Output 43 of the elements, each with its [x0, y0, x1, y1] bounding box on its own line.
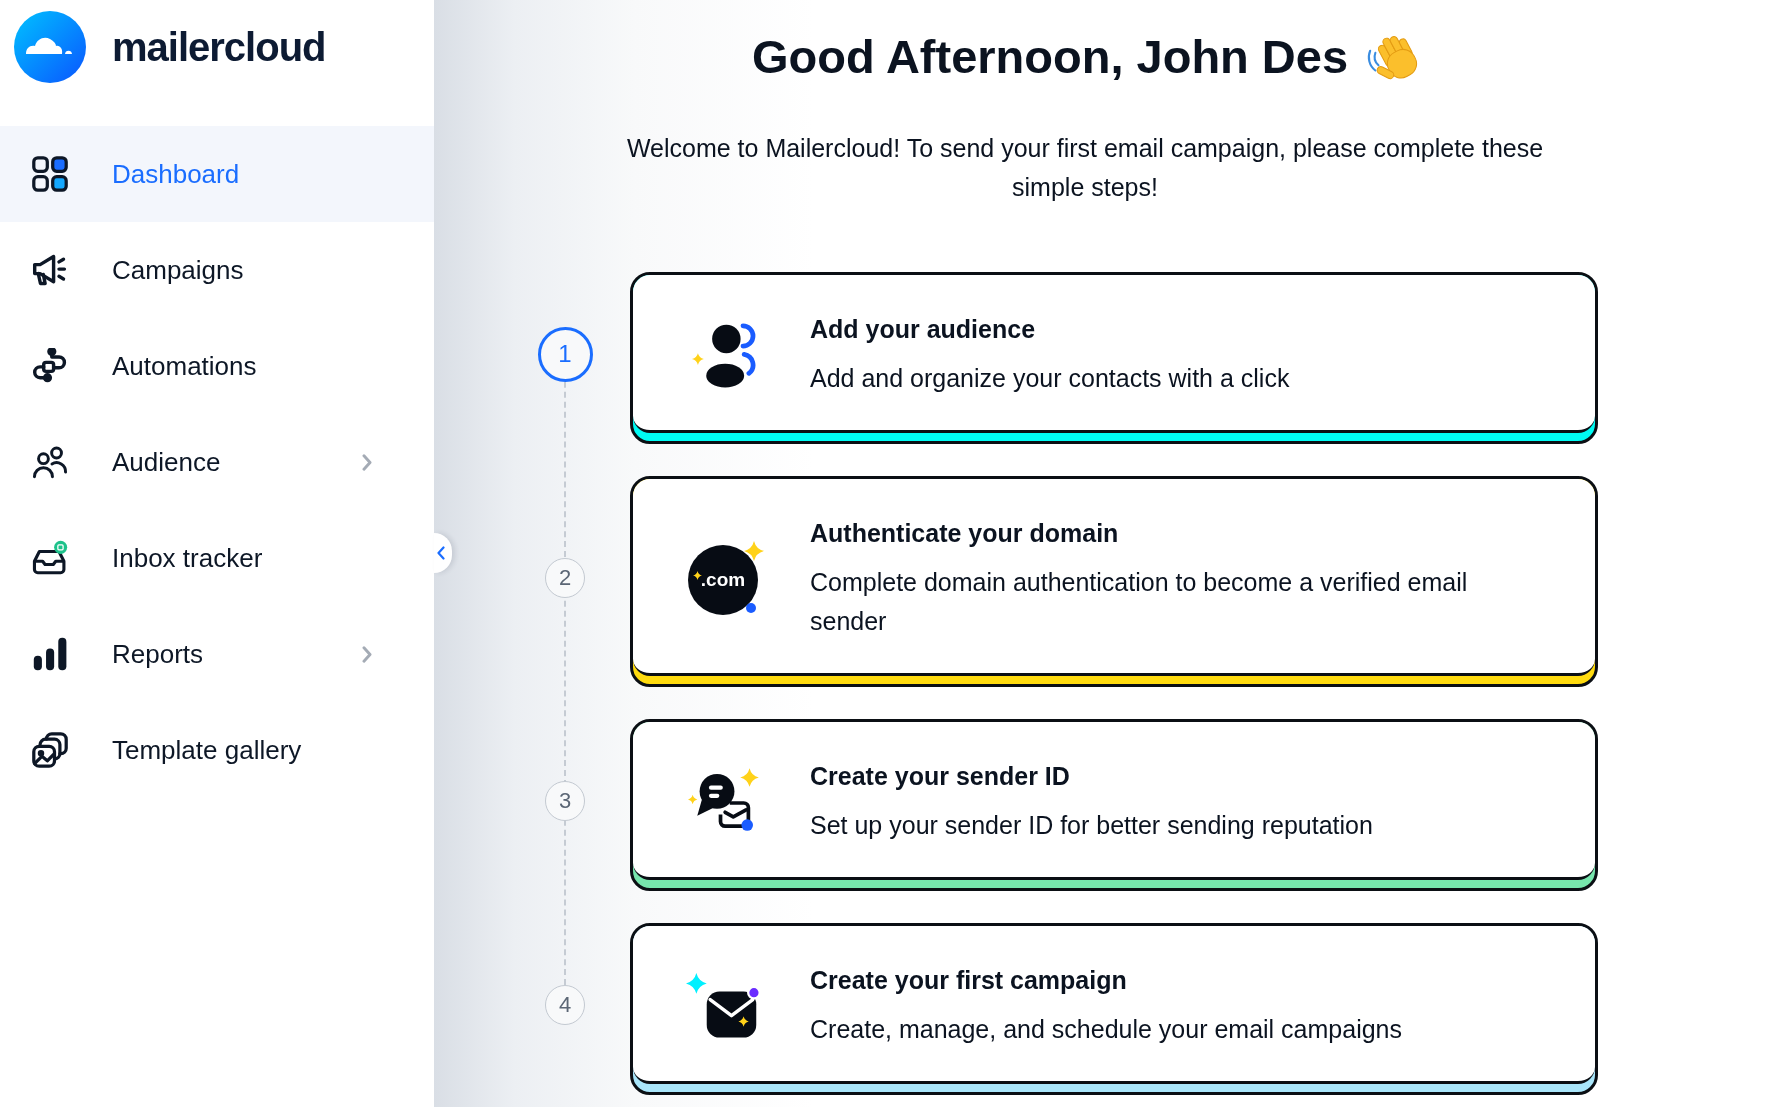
grid-icon — [32, 156, 68, 192]
nav-item[interactable]: Template gallery — [0, 702, 434, 798]
step-card[interactable]: Create your first campaign Create, manage, and schedule your email campaigns — [630, 923, 1598, 1095]
nav-item[interactable]: Audience — [0, 414, 434, 510]
step-number: 3 — [545, 781, 585, 821]
step-description: Add and organize your contacts with a click — [810, 363, 1291, 394]
step-number: 2 — [545, 557, 585, 598]
chevron-right-icon — [362, 645, 372, 663]
chevron-left-icon — [437, 546, 445, 560]
dot-icon — [746, 603, 756, 613]
step-title: Create your sender ID — [810, 761, 1071, 792]
step-title: Create your first campaign — [810, 965, 1128, 996]
nav-item[interactable]: Campaigns — [0, 222, 434, 318]
cloud-logo-icon — [14, 11, 86, 83]
chevron-right-icon — [362, 453, 372, 471]
step-number: 4 — [545, 985, 585, 1025]
person-icon — [692, 321, 756, 390]
envelope-icon — [686, 973, 762, 1040]
step-card[interactable]: Create your sender ID Set up your sender ID for better sending reputation — [630, 719, 1598, 891]
bar-chart-icon — [32, 636, 68, 672]
greeting-title: Good Afternoon, John Des — [751, 30, 1349, 84]
sparkle-icon — [744, 541, 764, 561]
step-description: Create, manage, and schedule your email campaigns — [810, 1014, 1403, 1045]
brand-name: mailercloud — [112, 24, 326, 70]
nav-item[interactable]: Dashboard — [0, 126, 434, 222]
nav-item[interactable]: Automations — [0, 318, 434, 414]
images-icon — [32, 732, 68, 768]
workflow-icon — [32, 348, 68, 384]
megaphone-icon — [32, 252, 68, 288]
domain-badge: .com — [688, 545, 758, 615]
sparkle-icon — [693, 571, 702, 580]
welcome-text: Welcome to Mailercloud! To send your first email campaign, please complete these simple steps! — [625, 133, 1545, 203]
step-number: 1 — [537, 326, 593, 382]
people-icon — [32, 444, 68, 480]
step-description: Set up your sender ID for better sending reputation — [810, 810, 1374, 841]
step-card[interactable]: .com Authenticate your domain Complete domain authentication to become a verified email sender — [630, 476, 1598, 687]
step-card[interactable]: Add your audience Add and organize your contacts with a click — [630, 272, 1598, 444]
step-title: Authenticate your domain — [810, 518, 1120, 549]
step-description: Complete domain authentication to become a verified email sender — [810, 567, 1469, 637]
nav-item[interactable]: Inbox tracker — [0, 510, 434, 606]
inbox-icon — [32, 540, 68, 576]
step-title: Add your audience — [810, 314, 1037, 345]
nav-item[interactable]: Reports — [0, 606, 434, 702]
